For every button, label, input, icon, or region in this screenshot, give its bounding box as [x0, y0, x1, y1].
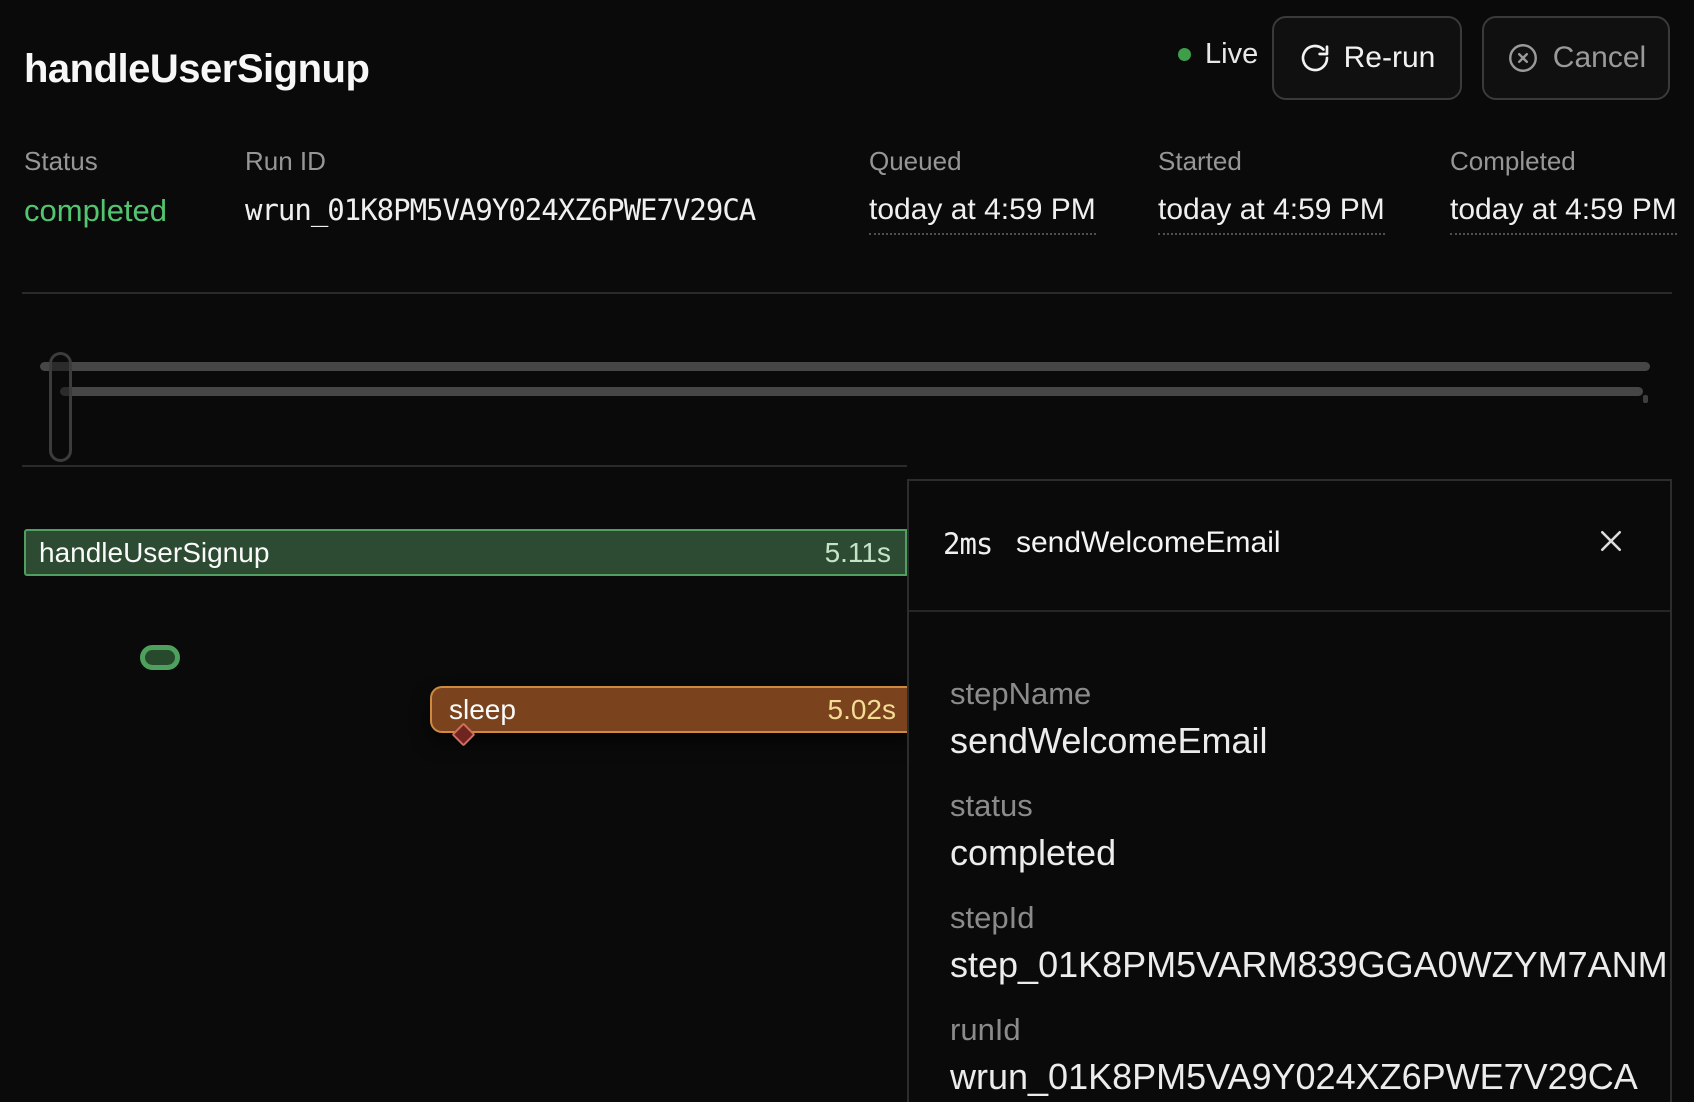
cancel-label: Cancel	[1553, 41, 1646, 75]
gantt-bar-sleep-duration: 5.02s	[828, 694, 897, 726]
step-detail-panel: 2ms sendWelcomeEmail stepName sendWelcom…	[907, 479, 1672, 1102]
meta-queued: Queued today at 4:59 PM	[869, 146, 1096, 235]
live-dot-icon	[1178, 48, 1191, 61]
step-duration: 2ms	[943, 527, 992, 561]
cancel-button[interactable]: Cancel	[1482, 16, 1670, 100]
header-divider	[22, 292, 1672, 294]
meta-queued-label: Queued	[869, 146, 1096, 177]
meta-started-label: Started	[1158, 146, 1385, 177]
circle-x-icon	[1506, 41, 1540, 75]
step-title: sendWelcomeEmail	[1016, 526, 1281, 560]
detail-stepname-value: sendWelcomeEmail	[950, 720, 1267, 762]
detail-stepid-value: step_01K8PM5VARM839GGA0WZYM7ANM	[950, 944, 1668, 986]
meta-completed-label: Completed	[1450, 146, 1677, 177]
detail-stepid-label: stepId	[950, 900, 1034, 936]
status-badge: completed	[24, 193, 167, 229]
minimap-workflow-bar	[40, 362, 1650, 371]
detail-status-label: status	[950, 788, 1033, 824]
close-icon	[1596, 526, 1626, 556]
queued-time[interactable]: today at 4:59 PM	[869, 193, 1096, 235]
panel-header-divider	[909, 610, 1670, 612]
panel-close-button[interactable]	[1587, 517, 1635, 565]
step-detail-header: 2ms sendWelcomeEmail	[909, 481, 1670, 610]
minimap-tick	[1643, 395, 1648, 403]
live-label: Live	[1205, 38, 1258, 71]
refresh-icon	[1299, 42, 1331, 74]
detail-stepname-label: stepName	[950, 676, 1091, 712]
gantt-bar-sleep-label: sleep	[449, 694, 516, 726]
meta-status-label: Status	[24, 146, 167, 177]
run-id-value: wrun_01K8PM5VA9Y024XZ6PWE7V29CA	[245, 193, 755, 227]
detail-runid-label: runId	[950, 1012, 1021, 1048]
gantt-bar-workflow-duration: 5.11s	[825, 537, 891, 569]
detail-status-value: completed	[950, 832, 1116, 874]
minimap-brush-handle[interactable]	[49, 352, 72, 462]
meta-run-id: Run ID wrun_01K8PM5VA9Y024XZ6PWE7V29CA	[245, 146, 755, 227]
meta-run-id-label: Run ID	[245, 146, 755, 177]
live-indicator: Live	[1178, 38, 1258, 71]
gantt-bar-sleep[interactable]: sleep 5.02s	[430, 686, 910, 733]
meta-started: Started today at 4:59 PM	[1158, 146, 1385, 235]
meta-completed: Completed today at 4:59 PM	[1450, 146, 1677, 235]
page-title: handleUserSignup	[24, 47, 369, 92]
gantt-bar-workflow-label: handleUserSignup	[39, 537, 269, 569]
completed-time[interactable]: today at 4:59 PM	[1450, 193, 1677, 235]
rerun-label: Re-run	[1344, 41, 1436, 75]
gantt-top-divider	[22, 465, 907, 467]
meta-status: Status completed	[24, 146, 167, 229]
started-time[interactable]: today at 4:59 PM	[1158, 193, 1385, 235]
minimap-sleep-bar	[60, 387, 1643, 396]
gantt-bar-workflow[interactable]: handleUserSignup 5.11s	[24, 529, 907, 576]
detail-runid-value: wrun_01K8PM5VA9Y024XZ6PWE7V29CA	[950, 1056, 1638, 1098]
rerun-button[interactable]: Re-run	[1272, 16, 1462, 100]
gantt-step-pill-sendwelcomeemail[interactable]	[140, 645, 180, 670]
